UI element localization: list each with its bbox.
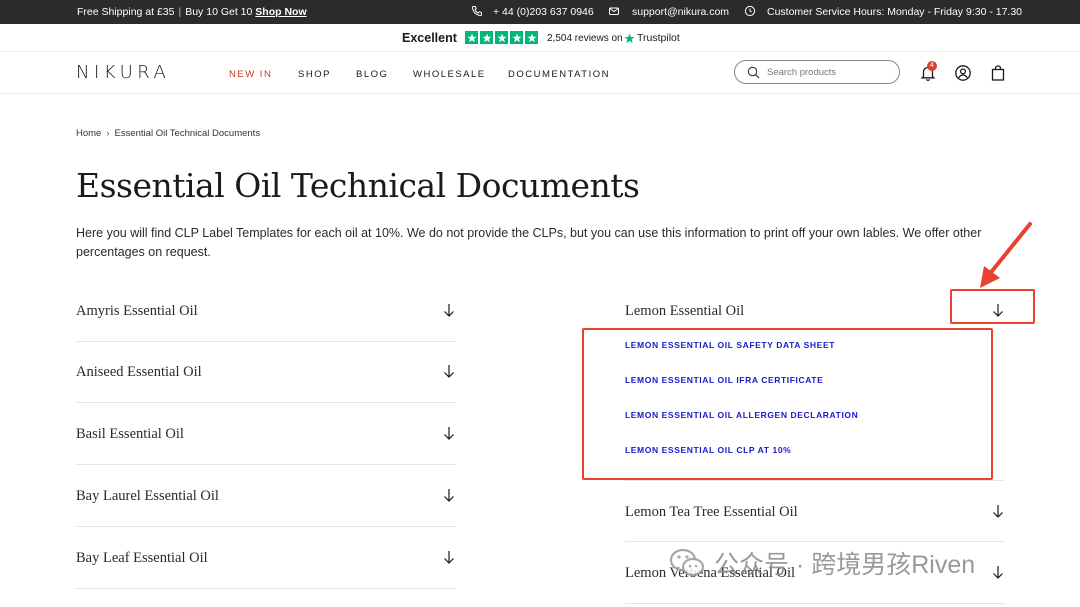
chevron-right-icon: › bbox=[106, 128, 110, 139]
arrow-down-icon bbox=[993, 505, 1003, 518]
accordion-label: Lemon Essential Oil bbox=[625, 303, 745, 319]
intro-text: Here you will find CLP Label Templates f… bbox=[76, 226, 982, 259]
arrow-down-icon bbox=[444, 489, 454, 502]
breadcrumb-home[interactable]: Home bbox=[76, 128, 101, 139]
arrow-down-icon bbox=[444, 551, 454, 564]
accordion-label: Bay Leaf Essential Oil bbox=[76, 550, 208, 566]
arrow-down-icon bbox=[444, 427, 454, 440]
trustpilot-bar: Excellent 2,504 reviews on Trustpilot bbox=[0, 24, 1080, 52]
breadcrumb: Home › Essential Oil Technical Documents bbox=[76, 128, 260, 139]
bag-icon[interactable] bbox=[989, 64, 1007, 82]
trustpilot-brand: Trustpilot bbox=[637, 32, 680, 44]
star-icon bbox=[480, 31, 493, 44]
trust-rating-text: Excellent bbox=[402, 31, 457, 45]
arrow-down-icon bbox=[993, 566, 1003, 579]
service-hours: Customer Service Hours: Monday - Friday … bbox=[767, 6, 1023, 18]
search-box[interactable] bbox=[734, 60, 900, 84]
breadcrumb-current: Essential Oil Technical Documents bbox=[114, 128, 261, 139]
accordion-item-lemon-tea-tree[interactable]: Lemon Tea Tree Essential Oil bbox=[625, 480, 1005, 542]
annotation-box-arrow bbox=[950, 289, 1035, 324]
clock-icon bbox=[744, 5, 756, 17]
wechat-icon bbox=[669, 548, 705, 577]
annotation-arrow-icon bbox=[980, 222, 1032, 288]
account-icon[interactable] bbox=[954, 64, 972, 82]
watermark-text: 公众号 · 跨境男孩Riven bbox=[714, 551, 976, 579]
accordion-item-bay-laurel[interactable]: Bay Laurel Essential Oil bbox=[76, 465, 456, 527]
star-icon bbox=[465, 31, 478, 44]
accordion-label: Lemon Tea Tree Essential Oil bbox=[625, 504, 798, 520]
accordion-label: Aniseed Essential Oil bbox=[76, 364, 202, 380]
accordion-label: Bay Laurel Essential Oil bbox=[76, 488, 219, 504]
page-title: Essential Oil Technical Documents bbox=[76, 166, 640, 205]
accordion-item-aniseed[interactable]: Aniseed Essential Oil bbox=[76, 341, 456, 403]
star-icon bbox=[495, 31, 508, 44]
search-input[interactable] bbox=[767, 64, 892, 80]
accordion-item-amyris[interactable]: Amyris Essential Oil bbox=[76, 280, 456, 342]
trustpilot-star-icon bbox=[624, 33, 635, 43]
announcement-left: Free Shipping at £35 | Buy 10 Get 10 Shop … bbox=[77, 6, 307, 18]
accordion-label: Amyris Essential Oil bbox=[76, 303, 198, 319]
offer-text: Buy 10 Get 10 bbox=[185, 6, 253, 18]
search-icon bbox=[747, 66, 760, 79]
watermark: 公众号 · 跨境男孩Riven bbox=[668, 544, 975, 582]
phone-icon bbox=[471, 5, 483, 17]
phone-number[interactable]: + 44 (0)203 637 0946 bbox=[493, 6, 594, 18]
accordion-label: Basil Essential Oil bbox=[76, 426, 184, 442]
star-icon bbox=[525, 31, 538, 44]
nav-wholesale[interactable]: WHOLESALE bbox=[413, 69, 486, 80]
free-shipping-text: Free Shipping at £35 bbox=[77, 6, 175, 18]
notification-badge: 4 bbox=[927, 61, 937, 71]
trust-review-count: 2,504 reviews on bbox=[547, 33, 623, 44]
trust-stars bbox=[465, 31, 538, 44]
accordion-item-basil[interactable]: Basil Essential Oil bbox=[76, 403, 456, 465]
accordion-item-lemon[interactable]: Lemon Essential Oil bbox=[625, 288, 1005, 332]
nav-new-in[interactable]: NEW IN bbox=[229, 69, 272, 80]
trustpilot-logo[interactable]: Trustpilot bbox=[624, 32, 680, 44]
arrow-down-icon bbox=[444, 365, 454, 378]
accordion-item-bay-leaf[interactable]: Bay Leaf Essential Oil bbox=[76, 527, 456, 589]
site-logo[interactable]: NIKURA bbox=[76, 62, 170, 83]
announcement-bar: Free Shipping at £35 | Buy 10 Get 10 Shop … bbox=[0, 0, 1080, 24]
site-header: NIKURA NEW IN SHOP BLOG WHOLESALE DOCUME… bbox=[0, 52, 1080, 94]
support-email[interactable]: support@nikura.com bbox=[632, 6, 729, 18]
arrow-down-icon bbox=[444, 304, 454, 317]
nav-shop[interactable]: SHOP bbox=[298, 69, 331, 80]
annotation-box-links bbox=[582, 328, 993, 480]
nav-documentation[interactable]: DOCUMENTATION bbox=[508, 69, 610, 80]
mail-icon bbox=[608, 5, 620, 17]
shop-now-link[interactable]: Shop Now bbox=[255, 6, 306, 18]
nav-blog[interactable]: BLOG bbox=[356, 69, 388, 80]
star-icon bbox=[510, 31, 523, 44]
